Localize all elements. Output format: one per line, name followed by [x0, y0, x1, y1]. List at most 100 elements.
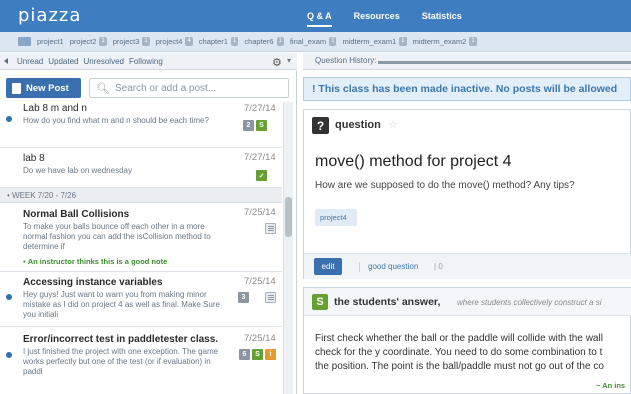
reply-count-badge: 3	[238, 292, 249, 303]
folder-count: 4	[185, 37, 193, 46]
note-icon	[265, 223, 276, 234]
answer-line: check for the y coordinate. You need to …	[315, 347, 603, 358]
star-icon[interactable]: ☆	[388, 118, 398, 131]
folder-project1[interactable]: project1	[37, 37, 64, 46]
nav-statistics[interactable]: Statistics	[422, 11, 462, 27]
folder-bar: project1 project2 1 project3 1 project4 4 c…	[0, 32, 631, 52]
filter-following[interactable]: Following	[129, 57, 163, 66]
unread-dot	[6, 294, 12, 300]
folder-tag[interactable]: project4	[315, 209, 357, 226]
student-answer-badge: S	[256, 120, 267, 131]
folder-midterm-exam1[interactable]: midterm_exam1 1	[342, 37, 407, 46]
question-card: ? question ☆ move() method for project 4…	[303, 109, 631, 279]
student-answer-card: S the students' answer, where students c…	[303, 287, 631, 394]
filter-bar: Unread Updated Unresolved Following ⚙ ▾	[0, 53, 297, 70]
filter-updated[interactable]: Updated	[48, 57, 78, 66]
folder-chapter1[interactable]: chapter1 1	[199, 37, 239, 46]
piazza-logo[interactable]: piazza	[18, 5, 81, 26]
feed-item-date: 7/27/14	[244, 103, 276, 114]
feed-item-body: Hey guys! Just want to warn you from mak…	[23, 290, 220, 319]
good-question-link[interactable]: good question	[368, 262, 418, 271]
feed-item-title: lab 8	[23, 153, 45, 164]
question-body: How are we supposed to do the move() met…	[315, 180, 575, 191]
edit-button[interactable]: edit	[314, 258, 342, 275]
note-icon	[265, 292, 276, 303]
nav-resources[interactable]: Resources	[354, 11, 400, 27]
feed-item-title: Error/incorrect test in paddletester cla…	[23, 334, 219, 345]
folder-final-exam[interactable]: final_exam 1	[290, 37, 337, 46]
folder-chapter6[interactable]: chapter6 1	[244, 37, 284, 46]
reply-count-badge: 6	[239, 349, 250, 360]
answer-line: First check whether the ball or the padd…	[315, 333, 603, 344]
feed-item-date: 7/27/14	[244, 152, 276, 163]
feed-list: Lab 8 m and n How do you find what m and…	[0, 102, 282, 394]
answer-line: the position. The point is the ball/padd…	[315, 361, 604, 372]
feed-item[interactable]: Lab 8 m and n How do you find what m and…	[0, 102, 282, 148]
new-post-button[interactable]: New Post	[6, 78, 81, 98]
feed-item-title: Accessing instance variables	[23, 277, 163, 288]
top-nav: Q & A Resources Statistics	[307, 11, 462, 27]
week-header[interactable]: • WEEK 7/20 - 7/26	[0, 188, 282, 203]
feed-item[interactable]: Accessing instance variables Hey guys! J…	[0, 272, 282, 327]
folder-count: 1	[469, 37, 477, 46]
feed-item-body: To make your balls bounce off each other…	[23, 222, 211, 251]
collapse-arrow-icon[interactable]	[4, 58, 8, 64]
good-question-count: | 0	[434, 262, 443, 271]
instructor-note: • An instructor thinks this is a good no…	[23, 257, 168, 266]
folder-count: 1	[142, 37, 150, 46]
student-answer-badge: S	[252, 349, 263, 360]
answer-body: First check whether the ball or the padd…	[315, 332, 631, 374]
question-history-label: Question History:	[315, 56, 377, 65]
instructor-answer-badge: i	[265, 349, 276, 360]
filter-unread[interactable]: Unread	[17, 57, 43, 66]
folder-project2[interactable]: project2 1	[70, 37, 107, 46]
answer-signature: ~ An ins	[596, 381, 626, 390]
unread-dot	[6, 352, 12, 358]
feed-item-title: Lab 8 m and n	[23, 103, 87, 114]
student-answer-icon: S	[312, 294, 328, 310]
question-icon: ?	[312, 117, 329, 134]
folder-project3[interactable]: project3 1	[113, 37, 150, 46]
answer-label: the students' answer,	[334, 296, 441, 308]
new-post-label: New Post	[26, 82, 69, 94]
folder-count: 1	[230, 37, 239, 46]
folder-count: 1	[329, 37, 337, 46]
question-history-bar: Question History:	[303, 53, 631, 70]
reply-count-badge: 2	[243, 120, 254, 131]
gear-icon[interactable]: ⚙	[272, 56, 282, 69]
feed-item-date: 7/25/14	[244, 333, 276, 344]
feed-panel: New Post 🔍︎ Search or add a post... Lab …	[0, 71, 297, 394]
new-post-icon	[12, 82, 21, 94]
chevron-down-icon[interactable]: ▾	[287, 56, 291, 65]
search-input[interactable]: 🔍︎ Search or add a post...	[89, 78, 289, 98]
feed-item[interactable]: Normal Ball Collisions To make your ball…	[0, 203, 282, 272]
feed-item[interactable]: lab 8 Do we have lab on wednesday 7/27/1…	[0, 148, 282, 188]
feed-item-body: I just finished the project with one exc…	[23, 347, 219, 376]
top-bar: piazza Q & A Resources Statistics	[0, 0, 631, 32]
feed-item-body: Do we have lab on wednesday	[23, 166, 132, 175]
feed-scrollbar[interactable]	[283, 102, 293, 394]
feed-item-body: How do you find what m and n should be e…	[23, 116, 209, 125]
resolved-badge: ✓	[256, 170, 267, 181]
feed-item[interactable]: Error/incorrect test in paddletester cla…	[0, 327, 282, 394]
folder-midterm-exam2[interactable]: midterm_exam2 1	[413, 37, 477, 46]
feed-item-date: 7/25/14	[244, 207, 276, 218]
question-title: move() method for project 4	[315, 153, 512, 170]
answer-header: S the students' answer, where students c…	[304, 288, 631, 316]
divider	[359, 262, 360, 272]
nav-qa[interactable]: Q & A	[307, 11, 332, 27]
unread-dot	[6, 116, 12, 122]
folder-count: 1	[276, 37, 284, 46]
folder-icon[interactable]	[18, 37, 31, 46]
folder-count: 1	[399, 37, 407, 46]
filter-unresolved[interactable]: Unresolved	[84, 57, 124, 66]
search-placeholder: Search or add a post...	[114, 82, 217, 94]
question-footer: edit good question | 0	[304, 253, 631, 279]
inactive-class-notice: ! This class has been made inactive. No …	[303, 77, 631, 101]
search-icon: 🔍︎	[96, 82, 110, 95]
folder-project4[interactable]: project4 4	[156, 37, 193, 46]
folder-count: 1	[99, 37, 107, 46]
question-history-slider[interactable]	[378, 61, 631, 64]
question-label: question	[335, 119, 381, 131]
scrollbar-thumb[interactable]	[285, 197, 292, 237]
